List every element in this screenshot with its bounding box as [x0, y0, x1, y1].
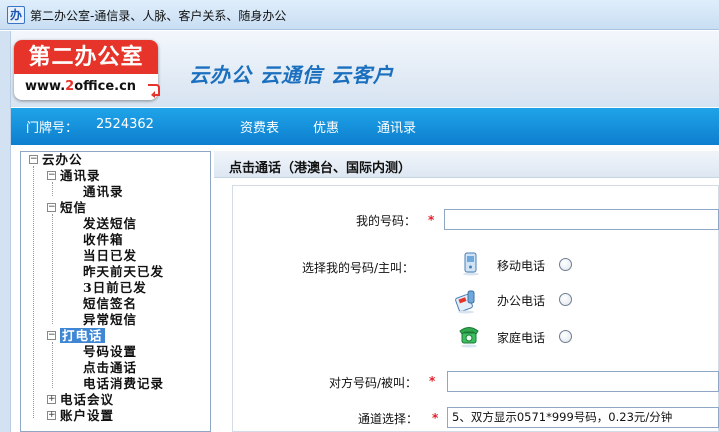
callee-label: 对方号码/被叫：: [329, 376, 418, 390]
tree-item-sent-recent[interactable]: 昨天前天已发: [83, 264, 164, 280]
logo-url-suffix: office.cn: [74, 79, 137, 94]
tree-item-abnormal-sms[interactable]: 异常短信: [83, 312, 137, 328]
nav-link-rates[interactable]: 资费表: [240, 117, 279, 136]
logo-url-prefix: www.: [25, 79, 66, 94]
nav-link-contacts[interactable]: 通讯录: [377, 117, 416, 136]
tree-item-sent-older[interactable]: 3日前已发: [83, 280, 147, 296]
app-icon: 办: [7, 6, 25, 24]
choose-caller-label: 选择我的号码/主叫：: [302, 261, 415, 275]
tree-collapse-icon[interactable]: −: [47, 171, 56, 180]
tree-item-sent-today[interactable]: 当日已发: [83, 248, 137, 264]
callee-number-input[interactable]: [447, 371, 719, 392]
tree-item-account-settings[interactable]: + 账户设置: [43, 408, 114, 424]
option-home-label: 家庭电话: [497, 331, 546, 345]
tree-item-address-book-list[interactable]: 通讯录: [83, 184, 124, 200]
logo-url-digit: 2: [65, 79, 75, 94]
my-number-label: 我的号码：: [356, 214, 417, 228]
tree-item-cloud-office[interactable]: − 云办公: [25, 152, 83, 168]
page-title: 点击通话（港澳台、国际内测）: [229, 161, 412, 176]
office-radio[interactable]: [559, 293, 572, 306]
logo: 第二办公室 www.2office.cn: [14, 40, 158, 100]
tree-item-make-call[interactable]: − 打电话: [43, 328, 105, 344]
option-mobile-label: 移动电话: [497, 259, 546, 273]
tree-item-address-book[interactable]: − 通讯录: [43, 168, 101, 184]
required-mark: *: [432, 411, 439, 425]
tree-item-send-sms[interactable]: 发送短信: [83, 216, 137, 232]
tree-collapse-icon[interactable]: −: [47, 331, 56, 340]
home-radio[interactable]: [559, 330, 572, 343]
tree-item-sms-signature[interactable]: 短信签名: [83, 296, 137, 312]
required-mark: *: [429, 374, 436, 388]
tree-collapse-icon[interactable]: −: [29, 155, 38, 164]
required-mark: *: [428, 213, 435, 227]
tree-expand-icon[interactable]: +: [47, 395, 56, 404]
option-office-label: 办公电话: [497, 294, 546, 308]
logo-arrow-icon: [148, 84, 160, 98]
sidebar-tree[interactable]: − 云办公 − 通讯录 通讯录 − 短信 发送短信 收件箱 当日已发 昨天前天已…: [20, 151, 211, 432]
tree-item-number-settings[interactable]: 号码设置: [83, 344, 137, 360]
tree-guide-contacts: [52, 182, 53, 196]
tree-item-call-records[interactable]: 电话消费记录: [83, 376, 164, 392]
tree-collapse-icon[interactable]: −: [47, 203, 56, 212]
nav-link-discounts[interactable]: 优惠: [313, 117, 339, 136]
window-title: 第二办公室-通信录、人脉、客户关系、随身办公: [30, 9, 287, 23]
logo-chinese-name: 第二办公室: [14, 40, 158, 74]
tree-item-inbox[interactable]: 收件箱: [83, 232, 124, 248]
tree-item-conference[interactable]: + 电话会议: [43, 392, 114, 408]
tree-guide-call: [52, 342, 53, 388]
mobile-radio[interactable]: [559, 258, 572, 271]
channel-label: 通道选择：: [358, 412, 419, 426]
my-number-input[interactable]: [444, 209, 719, 230]
home-phone-icon: [459, 327, 479, 348]
office-phone-icon: [455, 290, 475, 314]
tree-guide-sms: [52, 214, 53, 324]
logo-url: www.2office.cn: [14, 74, 158, 100]
mobile-phone-icon: [463, 252, 479, 276]
tree-expand-icon[interactable]: +: [47, 411, 56, 420]
slogan: 云办公 云通信 云客户: [189, 63, 394, 87]
left-frame-edge: [0, 31, 11, 432]
house-number-label: 门牌号：: [26, 121, 79, 136]
tree-item-sms[interactable]: − 短信: [43, 200, 87, 216]
house-number-value: 2524362: [96, 117, 154, 132]
channel-select[interactable]: 5、双方显示0571*999号码，0.23元/分钟: [447, 407, 719, 428]
tree-item-click-to-call[interactable]: 点击通话: [83, 360, 137, 376]
tree-guide-root: [33, 166, 34, 418]
